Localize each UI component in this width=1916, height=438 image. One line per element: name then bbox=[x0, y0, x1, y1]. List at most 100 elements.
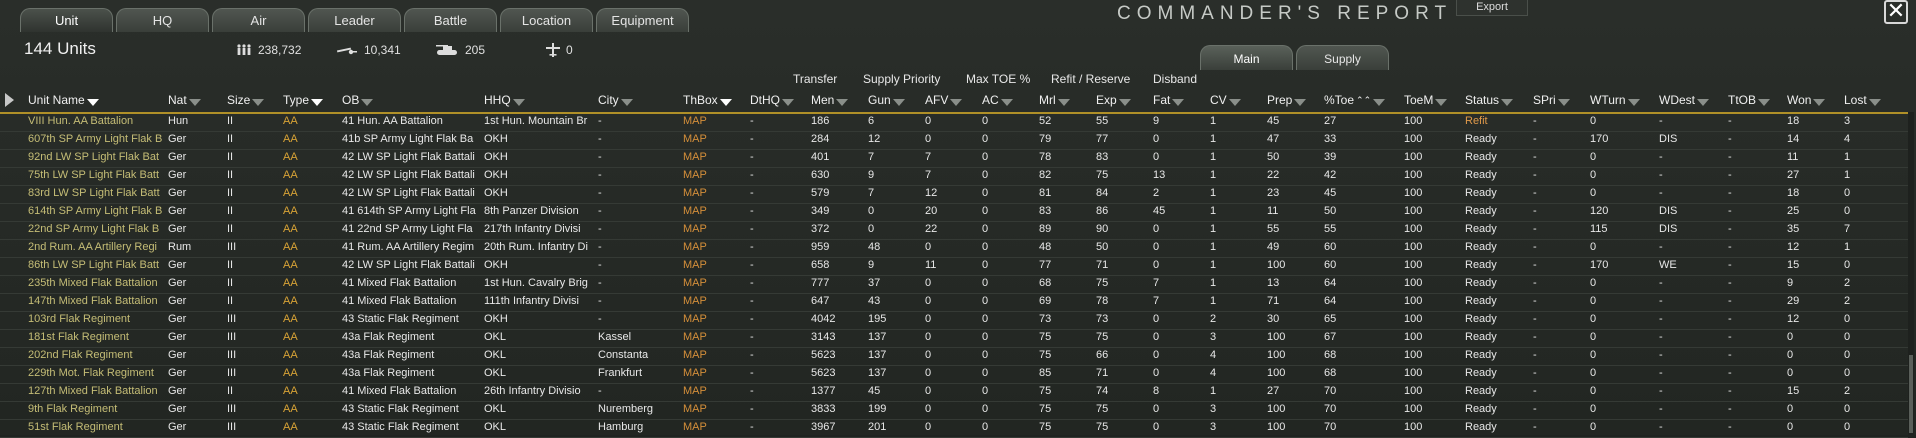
filter-icon[interactable] bbox=[1557, 98, 1570, 106]
filter-icon[interactable] bbox=[188, 98, 201, 106]
filter-icon[interactable] bbox=[1697, 98, 1709, 106]
column-header-wdest[interactable]: WDest bbox=[1659, 93, 1709, 107]
column-header-thbox[interactable]: ThBox bbox=[683, 93, 732, 107]
refit-reserve-header[interactable]: Refit / Reserve bbox=[1051, 72, 1130, 86]
cell-thbox[interactable]: MAP bbox=[683, 295, 741, 307]
cell-unit-name[interactable]: 235th Mixed Flak Battalion bbox=[28, 277, 172, 289]
filter-icon[interactable] bbox=[1228, 98, 1241, 106]
cell-unit-name[interactable]: 202nd Flak Regiment bbox=[28, 349, 172, 361]
column-header-unit-name[interactable]: Unit Name bbox=[28, 93, 99, 107]
subtab-supply[interactable]: Supply bbox=[1296, 45, 1389, 70]
filter-icon[interactable] bbox=[620, 98, 633, 106]
column-header-status[interactable]: Status bbox=[1465, 93, 1514, 107]
tab-air[interactable]: Air bbox=[212, 8, 305, 32]
table-row[interactable]: 86th LW SP Light Flak Batt Ger II AA 42 LW S… bbox=[0, 257, 1908, 276]
column-header-afv[interactable]: AFV bbox=[925, 93, 963, 107]
column-header-wturn[interactable]: WTurn bbox=[1590, 93, 1640, 107]
column-header-fat[interactable]: Fat bbox=[1153, 93, 1185, 107]
column-header-lost[interactable]: Lost bbox=[1844, 93, 1881, 107]
column-header-exp[interactable]: Exp bbox=[1096, 93, 1131, 107]
cell-unit-name[interactable]: 181st Flak Regiment bbox=[28, 331, 172, 343]
tab-unit[interactable]: Unit bbox=[20, 8, 113, 32]
column-header-dthq[interactable]: DtHQ bbox=[750, 93, 794, 107]
table-row[interactable]: 51st Flak Regiment Ger III AA 43 Static Flak… bbox=[0, 419, 1908, 438]
cell-unit-name[interactable]: 75th LW SP Light Flak Batt bbox=[28, 169, 172, 181]
filter-icon[interactable] bbox=[361, 98, 374, 106]
column-header-prep[interactable]: Prep bbox=[1267, 93, 1307, 107]
filter-icon[interactable] bbox=[1868, 98, 1881, 106]
filter-icon[interactable] bbox=[1000, 98, 1013, 106]
table-row[interactable]: 9th Flak Regiment Ger III AA 43 Static Flak … bbox=[0, 401, 1908, 420]
table-row[interactable]: 75th LW SP Light Flak Batt Ger II AA 42 LW S… bbox=[0, 167, 1908, 186]
filter-icon[interactable] bbox=[1118, 98, 1131, 106]
table-row[interactable]: 2nd Rum. AA Artillery Regi Rum III AA 41 Rum… bbox=[0, 239, 1908, 258]
cell-unit-name[interactable]: 607th SP Army Light Flak B bbox=[28, 133, 172, 145]
tab-equipment[interactable]: Equipment bbox=[596, 8, 689, 32]
filter-icon[interactable] bbox=[86, 98, 99, 106]
table-row[interactable]: VIII Hun. AA Battalion Hun II AA 41 Hun. AA … bbox=[0, 113, 1908, 132]
cell-thbox[interactable]: MAP bbox=[683, 349, 741, 361]
cell-unit-name[interactable]: 51st Flak Regiment bbox=[28, 421, 172, 433]
close-button[interactable]: ✕ bbox=[1884, 0, 1908, 24]
column-header-men[interactable]: Men bbox=[811, 93, 849, 107]
filter-icon[interactable] bbox=[252, 98, 265, 106]
filter-icon[interactable] bbox=[1373, 98, 1386, 106]
supply-priority-header[interactable]: Supply Priority bbox=[863, 72, 940, 86]
column-header-toem[interactable]: ToeM bbox=[1404, 93, 1448, 107]
tab-location[interactable]: Location bbox=[500, 8, 593, 32]
column-header-nat[interactable]: Nat bbox=[168, 93, 201, 107]
cell-unit-name[interactable]: 2nd Rum. AA Artillery Regi bbox=[28, 241, 172, 253]
table-row[interactable]: 614th SP Army Light Flak B Ger II AA 41 614t… bbox=[0, 203, 1908, 222]
table-row[interactable]: 92nd LW SP Light Flak Bat Ger II AA 42 LW SP… bbox=[0, 149, 1908, 168]
cell-thbox[interactable]: MAP bbox=[683, 187, 741, 199]
table-row[interactable]: 202nd Flak Regiment Ger III AA 43a Flak Regi… bbox=[0, 347, 1908, 366]
cell-thbox[interactable]: MAP bbox=[683, 367, 741, 379]
column-header-won[interactable]: Won bbox=[1787, 93, 1826, 107]
column-header-city[interactable]: City bbox=[598, 93, 633, 107]
cell-unit-name[interactable]: 83rd LW SP Light Flak Batt bbox=[28, 187, 172, 199]
cell-unit-name[interactable]: 127th Mixed Flak Battalion bbox=[28, 385, 172, 397]
cell-thbox[interactable]: MAP bbox=[683, 151, 741, 163]
filter-icon[interactable] bbox=[782, 98, 794, 106]
filter-icon[interactable] bbox=[1813, 98, 1826, 106]
filter-icon[interactable] bbox=[512, 98, 525, 106]
filter-icon[interactable] bbox=[311, 98, 324, 106]
table-row[interactable]: 127th Mixed Flak Battalion Ger II AA 41 Mixe… bbox=[0, 383, 1908, 402]
table-row[interactable]: 235th Mixed Flak Battalion Ger II AA 41 Mixe… bbox=[0, 275, 1908, 294]
filter-icon[interactable] bbox=[719, 98, 732, 106]
cell-thbox[interactable]: MAP bbox=[683, 403, 741, 415]
filter-icon[interactable] bbox=[1435, 98, 1448, 106]
cell-thbox[interactable]: MAP bbox=[683, 259, 741, 271]
column-header-pct-toe[interactable]: %Toe ⌃⌃ bbox=[1324, 93, 1386, 107]
filter-icon[interactable] bbox=[1057, 98, 1070, 106]
tab-battle[interactable]: Battle bbox=[404, 8, 497, 32]
column-header-size[interactable]: Size bbox=[227, 93, 265, 107]
cell-thbox[interactable]: MAP bbox=[683, 133, 741, 145]
cell-thbox[interactable]: MAP bbox=[683, 223, 741, 235]
filter-icon[interactable] bbox=[950, 98, 963, 106]
column-header-hhq[interactable]: HHQ bbox=[484, 93, 525, 107]
column-header-cv[interactable]: CV bbox=[1210, 93, 1241, 107]
filter-icon[interactable] bbox=[836, 98, 849, 106]
filter-icon[interactable] bbox=[1627, 98, 1640, 106]
cell-thbox[interactable]: MAP bbox=[683, 277, 741, 289]
cell-thbox[interactable]: MAP bbox=[683, 421, 741, 433]
column-header-ttob[interactable]: TtOB bbox=[1728, 93, 1771, 107]
cell-thbox[interactable]: MAP bbox=[683, 115, 741, 127]
column-header-ob[interactable]: OB bbox=[342, 93, 374, 107]
cell-unit-name[interactable]: 229th Mot. Flak Regiment bbox=[28, 367, 172, 379]
cell-unit-name[interactable]: 22nd SP Army Light Flak B bbox=[28, 223, 172, 235]
cell-thbox[interactable]: MAP bbox=[683, 169, 741, 181]
filter-icon[interactable] bbox=[1294, 98, 1307, 106]
filter-icon[interactable] bbox=[1501, 98, 1514, 106]
cell-unit-name[interactable]: 103rd Flak Regiment bbox=[28, 313, 172, 325]
cell-thbox[interactable]: MAP bbox=[683, 241, 741, 253]
column-header-mrl[interactable]: Mrl bbox=[1039, 93, 1070, 107]
column-header-ac[interactable]: AC bbox=[982, 93, 1013, 107]
export-button[interactable]: Export bbox=[1456, 0, 1528, 16]
column-header-gun[interactable]: Gun bbox=[868, 93, 905, 107]
max-toe-header[interactable]: Max TOE % bbox=[966, 72, 1030, 86]
subtab-main[interactable]: Main bbox=[1200, 45, 1293, 70]
cell-thbox[interactable]: MAP bbox=[683, 331, 741, 343]
table-row[interactable]: 181st Flak Regiment Ger III AA 43a Flak Regi… bbox=[0, 329, 1908, 348]
